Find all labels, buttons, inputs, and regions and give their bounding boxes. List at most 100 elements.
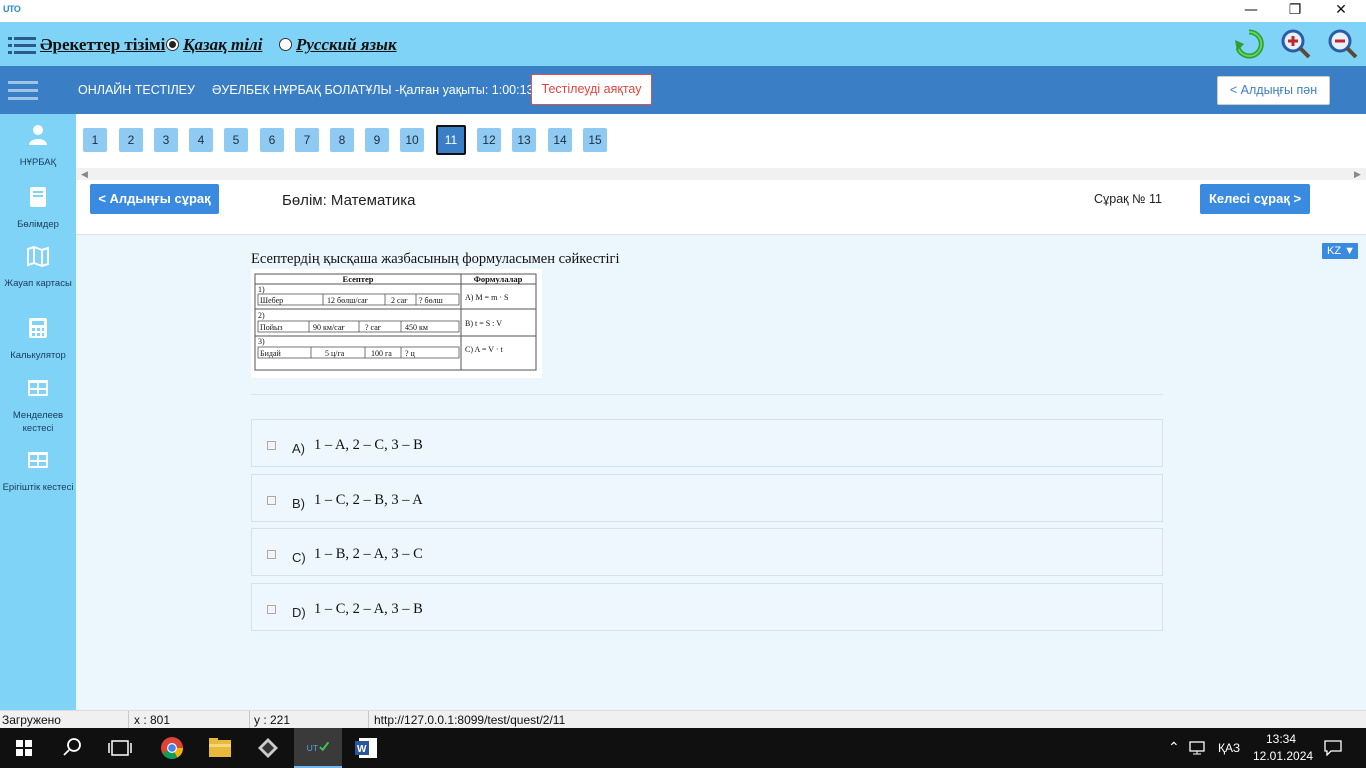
answer-option-a[interactable]: A) 1 – A, 2 – C, 3 – B bbox=[251, 419, 1163, 467]
answer-checkbox[interactable] bbox=[267, 605, 276, 614]
question-nav-1[interactable]: 1 bbox=[83, 128, 107, 152]
horizontal-scrollbar[interactable]: ◀ ▶ bbox=[76, 168, 1366, 180]
lang-kz-label[interactable]: Қазақ тілі bbox=[183, 35, 262, 55]
answer-letter: C) bbox=[292, 550, 306, 565]
question-nav-15[interactable]: 15 bbox=[583, 128, 607, 152]
book-icon bbox=[30, 187, 46, 207]
question-nav-11[interactable]: 11 bbox=[436, 125, 466, 155]
answer-option-d[interactable]: D) 1 – C, 2 – A, 3 – B bbox=[251, 583, 1163, 631]
clock-time[interactable]: 13:34 bbox=[1266, 732, 1296, 746]
scroll-left-icon[interactable]: ◀ bbox=[81, 169, 88, 180]
status-separator bbox=[368, 711, 369, 729]
prev-subject-button[interactable]: < Алдыңғы пән bbox=[1217, 76, 1330, 105]
question-nav-6[interactable]: 6 bbox=[260, 128, 284, 152]
image-cell: 100 га bbox=[371, 349, 392, 358]
student-timer: ӘУЕЛБЕК НҰРБАҚ БОЛАТҰЛЫ -Қалған уақыты: … bbox=[212, 83, 534, 97]
testing-app-icon[interactable]: UT bbox=[294, 728, 342, 768]
answer-checkbox[interactable] bbox=[267, 441, 276, 450]
tray-chevron-icon[interactable]: ⌃ bbox=[1168, 739, 1180, 756]
sidebar-item-user[interactable]: НҰРБАҚ bbox=[0, 124, 76, 169]
question-nav-3[interactable]: 3 bbox=[154, 128, 178, 152]
window-titlebar: UTO — ❐ ✕ bbox=[0, 0, 1366, 22]
sidebar-item-solubility[interactable]: Ерігіштік кестесі bbox=[0, 449, 76, 494]
answer-checkbox[interactable] bbox=[267, 496, 276, 505]
file-explorer-icon[interactable] bbox=[196, 728, 244, 768]
keyboard-language[interactable]: ҚАЗ bbox=[1218, 741, 1240, 755]
question-toolbar: < Алдыңғы сұрақ Бөлім: Математика Сұрақ … bbox=[76, 180, 1366, 235]
lang-kz-radio[interactable] bbox=[166, 38, 179, 51]
list-icon[interactable] bbox=[8, 36, 36, 54]
image-cell: 450 км bbox=[405, 323, 428, 332]
sidebar-item-answer-card[interactable]: Жауап картасы bbox=[0, 245, 76, 290]
finish-test-button[interactable]: Тестілеуді аяқтау bbox=[531, 74, 652, 105]
image-cell: ? бөлш bbox=[419, 296, 444, 305]
actions-list-link[interactable]: Әрекеттер тізімі bbox=[40, 35, 165, 55]
question-nav-8[interactable]: 8 bbox=[330, 128, 354, 152]
prev-question-button[interactable]: < Алдыңғы сұрақ bbox=[90, 184, 219, 214]
question-nav-9[interactable]: 9 bbox=[365, 128, 389, 152]
sidebar: НҰРБАҚ Бөлімдер Жауап картасы Калькулято… bbox=[0, 114, 76, 710]
network-icon[interactable] bbox=[1188, 740, 1208, 756]
question-nav-10[interactable]: 10 bbox=[400, 128, 424, 152]
question-nav-7[interactable]: 7 bbox=[295, 128, 319, 152]
windows-start-icon[interactable] bbox=[0, 728, 48, 768]
lang-ru-label[interactable]: Русский язык bbox=[296, 35, 397, 55]
sidebar-item-label: НҰРБАҚ bbox=[19, 157, 57, 168]
image-formula: C) A = V · t bbox=[465, 345, 504, 354]
app-diamond-icon[interactable] bbox=[244, 728, 292, 768]
question-nav-13[interactable]: 13 bbox=[512, 128, 536, 152]
question-nav-2[interactable]: 2 bbox=[119, 128, 143, 152]
image-cell: 5 ц/га bbox=[325, 349, 345, 358]
scroll-right-icon[interactable]: ▶ bbox=[1354, 169, 1361, 180]
svg-text:UT: UT bbox=[307, 743, 319, 753]
task-view-icon[interactable] bbox=[96, 728, 144, 768]
image-cell: Бидай bbox=[260, 349, 281, 358]
answer-text: 1 – A, 2 – C, 3 – B bbox=[314, 437, 423, 453]
clock-date[interactable]: 12.01.2024 bbox=[1253, 749, 1313, 763]
map-icon bbox=[27, 245, 49, 267]
chrome-icon[interactable] bbox=[148, 728, 196, 768]
question-nav-4[interactable]: 4 bbox=[189, 128, 213, 152]
app-header: ОНЛАЙН ТЕСТІЛЕУ ӘУЕЛБЕК НҰРБАҚ БОЛАТҰЛЫ … bbox=[0, 66, 1366, 114]
status-state: Загружено bbox=[2, 713, 61, 727]
answer-text: 1 – B, 2 – A, 3 – C bbox=[314, 546, 423, 562]
hamburger-menu-icon[interactable] bbox=[8, 81, 38, 101]
close-window-button[interactable]: ✕ bbox=[1318, 0, 1364, 22]
image-cell: Шебер bbox=[260, 296, 283, 305]
menu-bar: Әрекеттер тізімі Қазақ тілі Русский язык bbox=[0, 22, 1366, 66]
sidebar-item-mendeleev[interactable]: Менделеев кестесі bbox=[0, 377, 76, 435]
zoom-in-icon[interactable] bbox=[1280, 28, 1312, 60]
main-content: 1 2 3 4 5 6 7 8 9 10 11 12 13 14 15 ◀ ▶ … bbox=[76, 114, 1366, 710]
table-icon bbox=[28, 380, 48, 396]
notification-icon[interactable] bbox=[1324, 740, 1342, 756]
question-nav-5[interactable]: 5 bbox=[224, 128, 248, 152]
lang-ru-radio[interactable] bbox=[279, 38, 292, 51]
image-formula: A) M = m · S bbox=[465, 293, 508, 302]
question-navigator: 1 2 3 4 5 6 7 8 9 10 11 12 13 14 15 bbox=[76, 114, 1366, 168]
app-logo: UTO bbox=[3, 4, 21, 14]
sidebar-item-label: Бөлімдер bbox=[17, 219, 59, 230]
answer-option-b[interactable]: B) 1 – C, 2 – B, 3 – A bbox=[251, 474, 1163, 522]
question-nav-14[interactable]: 14 bbox=[548, 128, 572, 152]
minimize-button[interactable]: — bbox=[1228, 0, 1274, 22]
status-y: y : 221 bbox=[254, 713, 291, 727]
zoom-out-icon[interactable] bbox=[1327, 28, 1359, 60]
restore-button[interactable]: ❐ bbox=[1272, 0, 1318, 22]
search-icon[interactable] bbox=[48, 728, 96, 768]
word-icon[interactable]: W bbox=[342, 728, 390, 768]
next-question-button[interactable]: Келесі сұрақ > bbox=[1200, 184, 1310, 214]
svg-text:W: W bbox=[357, 744, 367, 755]
answer-option-c[interactable]: C) 1 – B, 2 – A, 3 – C bbox=[251, 528, 1163, 576]
answer-checkbox[interactable] bbox=[267, 550, 276, 559]
answer-text: 1 – C, 2 – A, 3 – B bbox=[314, 601, 423, 617]
image-cell: 2 сағ bbox=[391, 296, 408, 305]
language-toggle[interactable]: KZ ▼ bbox=[1322, 243, 1358, 259]
answer-text: 1 – C, 2 – B, 3 – A bbox=[314, 492, 423, 508]
answer-letter: B) bbox=[292, 496, 305, 511]
refresh-icon[interactable] bbox=[1233, 28, 1265, 60]
question-nav-12[interactable]: 12 bbox=[477, 128, 501, 152]
sidebar-item-sections[interactable]: Бөлімдер bbox=[0, 186, 76, 231]
divider bbox=[251, 394, 1163, 395]
sidebar-item-calculator[interactable]: Калькулятор bbox=[0, 317, 76, 362]
image-cell: ? ц bbox=[405, 349, 416, 358]
